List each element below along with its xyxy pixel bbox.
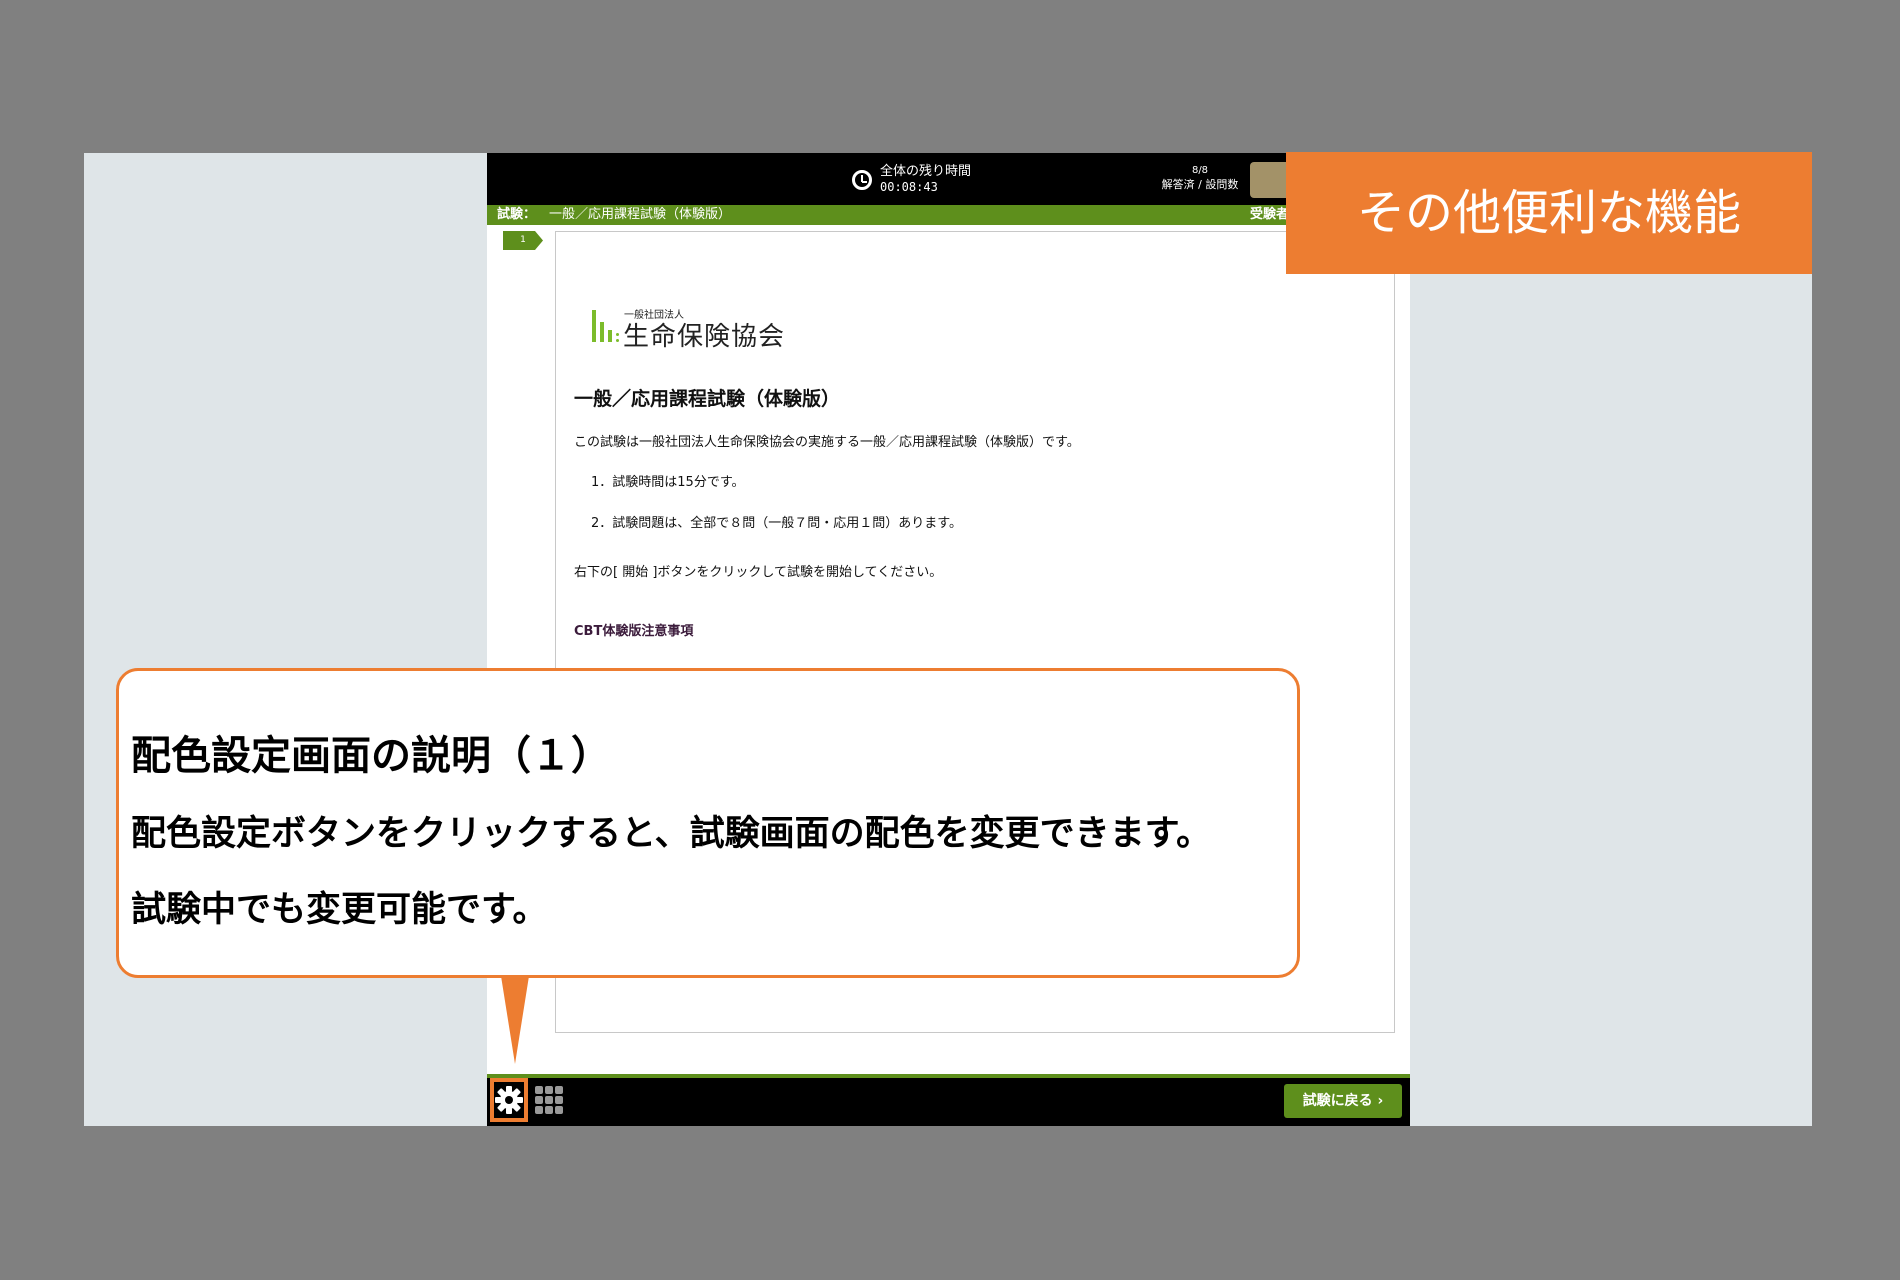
section-header-banner: その他便利な機能 [1286, 152, 1812, 274]
question-list-button[interactable] [535, 1086, 565, 1116]
exam-name: 一般／応用課程試験（体験版） [549, 207, 732, 222]
list-item: 1．試験時間は15分です。 [591, 475, 745, 490]
callout-title: 配色設定画面の説明（１） [131, 733, 611, 779]
top-bar: 全体の残り時間 00:08:43 8/8 解答済 / 設問数 [487, 153, 1410, 205]
back-button-label: 試験に戻る [1302, 1093, 1373, 1109]
logo-name: 生命保険協会 [623, 322, 786, 352]
association-logo-icon [592, 308, 620, 342]
back-to-exam-button[interactable]: 試験に戻る › [1284, 1084, 1402, 1118]
callout-line-1: 配色設定ボタンをクリックすると、試験画面の配色を変更できます。 [131, 814, 1212, 854]
bottom-bar: 試験に戻る › [487, 1074, 1410, 1126]
chevron-right-icon: › [1377, 1093, 1384, 1109]
color-settings-button[interactable] [490, 1078, 528, 1122]
notes-heading: CBT体験版注意事項 [574, 624, 694, 639]
exam-window: 全体の残り時間 00:08:43 8/8 解答済 / 設問数 試験： 一般／応用… [487, 153, 1410, 1126]
timer-value: 00:08:43 [880, 180, 938, 194]
intro-text: この試験は一般社団法人生命保険協会の実施する一般／応用課程試験（体験版）です。 [574, 435, 1080, 450]
grid-icon [535, 1086, 543, 1094]
instruction-text: 右下の[ 開始 ]ボタンをクリックして試験を開始してください。 [574, 565, 943, 580]
progress-count: 8/8 [1191, 165, 1209, 176]
examinee-label: 受験者 [1250, 207, 1290, 222]
explanation-callout: 配色設定画面の説明（１） 配色設定ボタンをクリックすると、試験画面の配色を変更で… [116, 668, 1300, 978]
clock-icon [852, 170, 872, 190]
question-tab-1[interactable]: 1 [503, 231, 543, 250]
timer-label: 全体の残り時間 [880, 164, 972, 179]
list-item: 2．試験問題は、全部で８問（一般７問・応用１問）あります。 [591, 516, 962, 531]
content-title: 一般／応用課程試験（体験版） [574, 388, 841, 410]
progress-label: 解答済 / 設問数 [1161, 178, 1239, 191]
exam-info-bar: 試験： 一般／応用課程試験（体験版） 受験者 [487, 205, 1410, 225]
callout-line-2: 試験中でも変更可能です。 [131, 890, 548, 930]
exam-label: 試験： [497, 207, 537, 222]
gear-icon [495, 1086, 523, 1114]
